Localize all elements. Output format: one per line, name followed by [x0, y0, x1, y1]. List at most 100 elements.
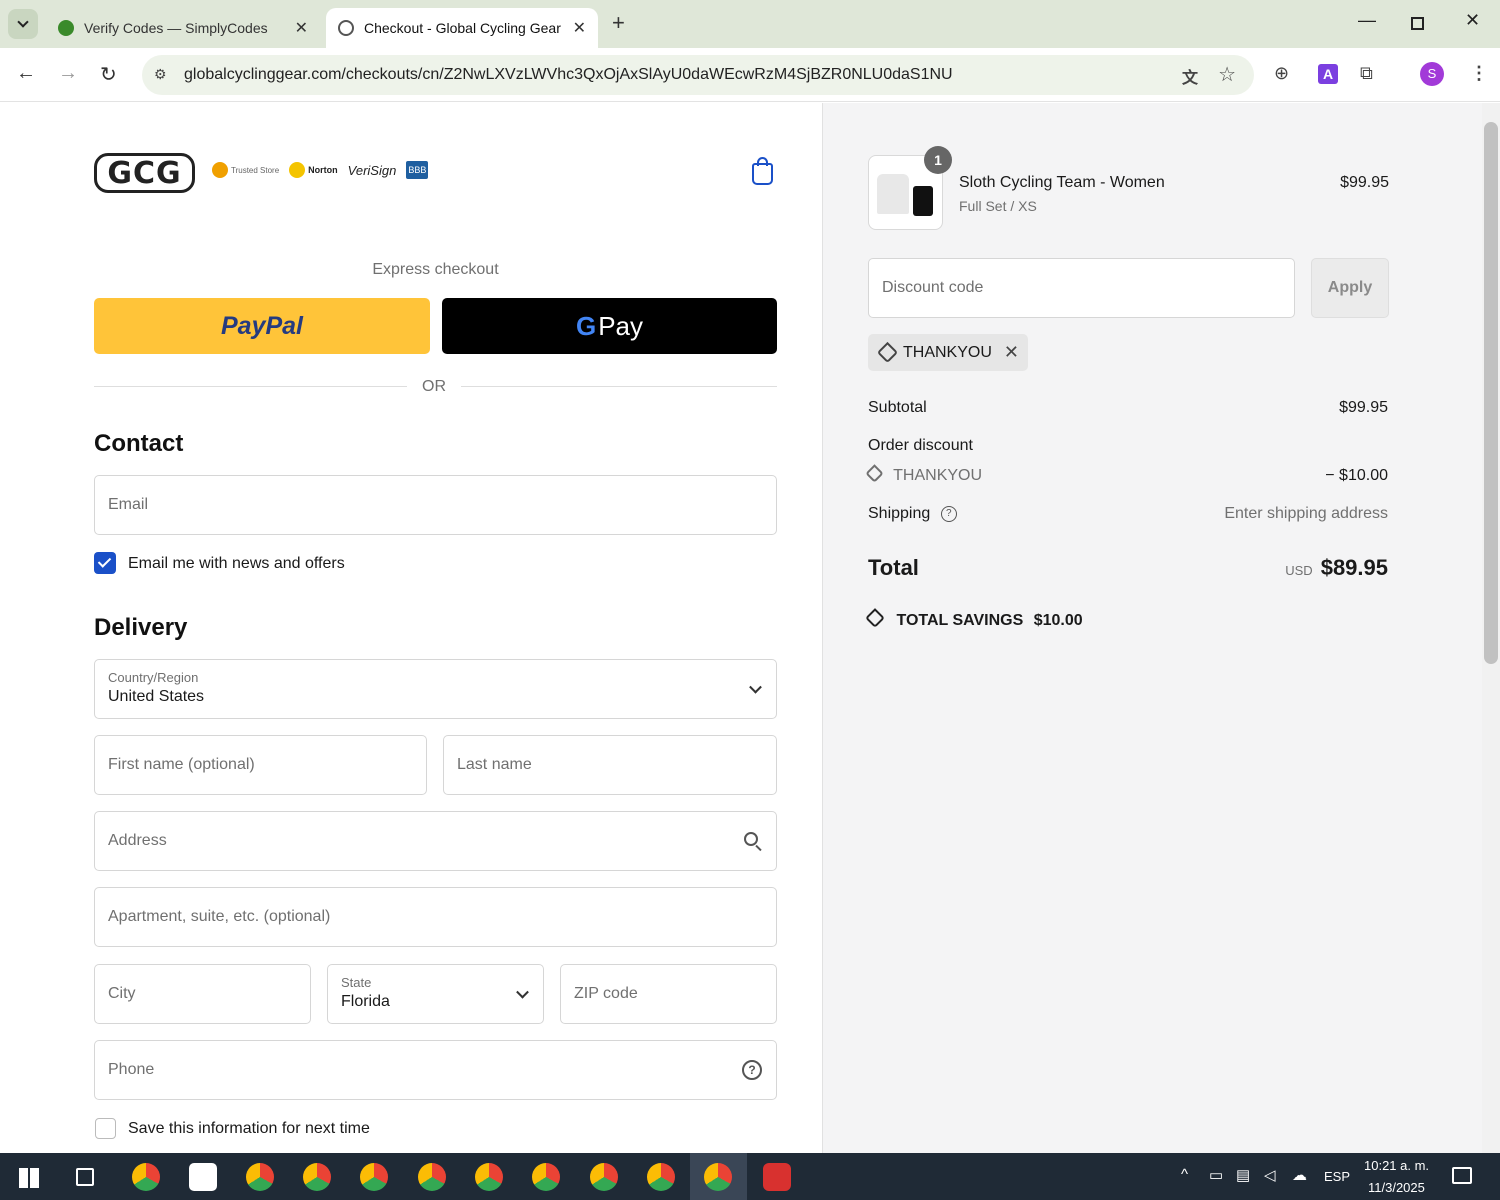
site-settings-icon[interactable]: ⚙ — [154, 66, 167, 83]
checkmark-icon — [97, 554, 112, 568]
product-variant: Full Set / XS — [959, 198, 1037, 214]
remove-discount-icon[interactable]: ✕ — [1004, 342, 1019, 363]
save-info-checkbox[interactable] — [95, 1118, 116, 1139]
editor-taskbar-icon[interactable] — [189, 1163, 217, 1191]
chrome-taskbar-icon[interactable] — [590, 1163, 618, 1191]
total-savings-row: TOTAL SAVINGS $10.00 — [865, 608, 1388, 630]
notifications-icon[interactable] — [1452, 1167, 1472, 1184]
zip-placeholder: ZIP code — [574, 985, 638, 1002]
chrome-taskbar-icon[interactable] — [647, 1163, 675, 1191]
save-info-label[interactable]: Save this information for next time — [128, 1120, 370, 1138]
apartment-field[interactable]: Apartment, suite, etc. (optional) — [94, 887, 777, 947]
paypal-button[interactable]: PayPal — [94, 298, 430, 354]
apply-button[interactable]: Apply — [1311, 258, 1389, 318]
forward-icon[interactable]: → — [58, 62, 78, 85]
simplycodes-favicon-icon — [58, 20, 74, 36]
address-field[interactable]: Address — [94, 811, 777, 871]
email-placeholder: Email — [108, 496, 149, 513]
tab-title: Checkout - Global Cycling Gear — [364, 20, 561, 36]
email-field[interactable]: Email — [94, 475, 777, 535]
store-logo[interactable]: GCG — [94, 153, 195, 193]
country-select[interactable]: Country/Region United States — [94, 659, 777, 719]
meet-icon[interactable]: ▭ — [1209, 1166, 1223, 1184]
phone-field[interactable]: Phone ? — [94, 1040, 777, 1100]
chrome-taskbar-icon[interactable] — [475, 1163, 503, 1191]
apply-label: Apply — [1327, 279, 1373, 296]
close-icon[interactable]: ✕ — [573, 18, 586, 38]
bookmark-star-icon[interactable]: ☆ — [1218, 62, 1236, 87]
window-close-icon[interactable]: ✕ — [1465, 10, 1480, 31]
clock-date[interactable]: 11/3/2025 — [1368, 1180, 1425, 1195]
divider-left — [94, 386, 407, 387]
gpay-label: Pay — [598, 310, 644, 341]
extension-a-icon[interactable]: A — [1318, 64, 1338, 84]
tab-simplycodes[interactable]: Verify Codes — SimplyCodes ✕ — [46, 8, 320, 48]
newsletter-checkbox[interactable] — [94, 552, 116, 574]
chrome-taskbar-icon[interactable] — [418, 1163, 446, 1191]
apartment-placeholder: Apartment, suite, etc. (optional) — [108, 908, 331, 925]
address-bar[interactable]: ⚙ globalcyclinggear.com/checkouts/cn/Z2N… — [142, 55, 1254, 95]
state-select[interactable]: State Florida — [327, 964, 544, 1024]
menu-dots-icon[interactable]: ⋮ — [1470, 63, 1488, 84]
clock-time[interactable]: 10:21 a. m. — [1364, 1158, 1429, 1173]
city-field[interactable]: City — [94, 964, 311, 1024]
vpn-globe-icon[interactable]: ⊕ — [1274, 63, 1289, 84]
extensions-puzzle-icon[interactable]: ⧉ — [1360, 63, 1373, 84]
google-pay-button[interactable]: G Pay — [442, 298, 777, 354]
back-icon[interactable]: ← — [16, 62, 36, 85]
shipping-value: Enter shipping address — [1224, 505, 1388, 522]
chevron-up-icon[interactable]: ^ — [1181, 1166, 1188, 1183]
trusted-store-badge: Trusted Store — [212, 162, 279, 178]
chrome-taskbar-icon[interactable] — [360, 1163, 388, 1191]
norton-badge: Norton — [289, 162, 338, 178]
zip-field[interactable]: ZIP code — [560, 964, 777, 1024]
restore-icon[interactable] — [1411, 17, 1424, 30]
bbb-badge: BBB — [406, 161, 429, 179]
profile-avatar[interactable]: S — [1420, 62, 1444, 86]
last-name-field[interactable]: Last name — [443, 735, 777, 795]
onedrive-cloud-icon[interactable]: ☁ — [1292, 1166, 1307, 1184]
tag-icon — [865, 464, 884, 483]
close-icon[interactable]: ✕ — [295, 18, 308, 38]
url-text[interactable]: globalcyclinggear.com/checkouts/cn/Z2NwL… — [184, 66, 953, 84]
discount-code-field[interactable]: Discount code — [868, 258, 1295, 318]
newsletter-label[interactable]: Email me with news and offers — [128, 555, 345, 573]
norton-check-icon — [289, 162, 306, 178]
chrome-taskbar-icon[interactable] — [303, 1163, 331, 1191]
network-icon[interactable]: ▤ — [1236, 1166, 1250, 1184]
tab-search-button[interactable] — [8, 9, 38, 39]
tab-checkout[interactable]: Checkout - Global Cycling Gear ✕ — [326, 8, 598, 48]
subtotal-value: $99.95 — [1339, 399, 1388, 416]
chrome-taskbar-icon[interactable] — [532, 1163, 560, 1191]
last-name-placeholder: Last name — [457, 756, 532, 773]
first-name-placeholder: First name (optional) — [108, 756, 255, 773]
state-value: Florida — [341, 993, 390, 1010]
first-name-field[interactable]: First name (optional) — [94, 735, 427, 795]
new-tab-icon[interactable]: + — [612, 10, 625, 36]
chevron-down-icon — [17, 16, 29, 28]
chrome-taskbar-icon[interactable] — [132, 1163, 160, 1191]
chrome-taskbar-icon-active[interactable] — [704, 1163, 732, 1191]
volume-icon[interactable]: ◁ — [1264, 1166, 1276, 1184]
scrollbar-thumb[interactable] — [1484, 122, 1498, 664]
currency-code: USD — [1285, 563, 1313, 578]
reload-icon[interactable]: ↻ — [100, 62, 117, 87]
minimize-icon[interactable]: — — [1358, 10, 1376, 31]
shipping-help-icon[interactable]: ? — [940, 505, 957, 522]
city-placeholder: City — [108, 985, 136, 1002]
jersey-image — [877, 174, 909, 214]
app-taskbar-icon[interactable] — [763, 1163, 791, 1191]
chevron-down-icon — [749, 680, 762, 694]
discount-placeholder: Discount code — [882, 279, 984, 296]
cart-bag-icon[interactable] — [752, 163, 773, 185]
checkout-page: GCG Trusted Store Norton VeriSign BBB Ex… — [0, 103, 1482, 1153]
logo-text: GCG — [107, 155, 182, 191]
task-view-icon[interactable] — [76, 1168, 94, 1186]
chrome-taskbar-icon[interactable] — [246, 1163, 274, 1191]
translate-icon[interactable]: 文 — [1182, 64, 1198, 88]
contact-heading: Contact — [94, 430, 184, 457]
help-circle-icon[interactable]: ? — [742, 1060, 762, 1080]
windows-start-icon[interactable] — [19, 1168, 39, 1188]
language-indicator[interactable]: ESP — [1324, 1169, 1350, 1184]
google-g-icon: G — [575, 310, 597, 341]
